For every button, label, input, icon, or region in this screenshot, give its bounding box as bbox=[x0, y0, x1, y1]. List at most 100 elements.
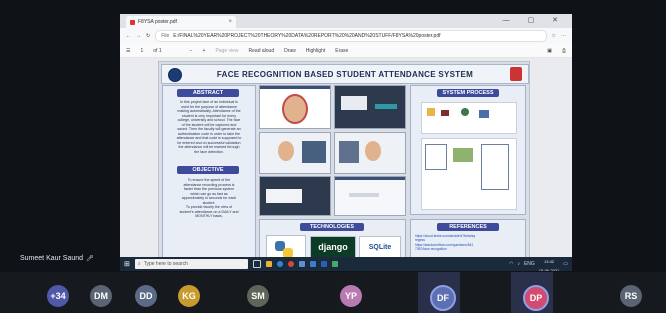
presenter-label: Sumeet Kaur Saund 🎤︎ bbox=[20, 255, 94, 262]
participant-avatar-yp[interactable]: YP bbox=[340, 285, 362, 307]
django-label: django bbox=[318, 242, 348, 252]
pdf-viewport[interactable]: FACE RECOGNITION BASED STUDENT ATTENDANC… bbox=[120, 58, 572, 271]
mic-off-icon: 🎤︎ bbox=[86, 256, 94, 262]
participant-avatar-dd[interactable]: DD bbox=[135, 285, 157, 307]
highlight-button[interactable]: Highlight bbox=[306, 48, 325, 54]
page-number-input[interactable]: 1 bbox=[140, 48, 143, 54]
screenshot-code bbox=[334, 176, 406, 216]
poster-title-text: FACE RECOGNITION BASED STUDENT ATTENDANC… bbox=[216, 69, 474, 79]
browser-tab-title: F8YSA poster.pdf bbox=[138, 19, 177, 25]
django-logo: django bbox=[310, 236, 356, 258]
participant-avatar-kg[interactable]: KG bbox=[178, 285, 200, 307]
file-label: File bbox=[161, 33, 170, 39]
favorites-icon[interactable]: ☆ bbox=[552, 33, 556, 39]
taskbar-search[interactable]: ⌕ Type here to search bbox=[134, 259, 248, 269]
explorer-icon[interactable] bbox=[265, 261, 272, 267]
windows-start-icon[interactable]: ⊞ bbox=[124, 260, 130, 268]
participant-avatar-dp[interactable]: DP bbox=[523, 285, 549, 311]
language-indicator[interactable]: ENG bbox=[524, 261, 535, 267]
contents-icon[interactable]: ☰ bbox=[126, 48, 130, 54]
volume-icon[interactable]: ♪ bbox=[517, 261, 520, 267]
participant-avatar-dm[interactable]: DM bbox=[90, 285, 112, 307]
address-bar[interactable]: File E:/FINAL%20YEAR%20PROJECT%20THEORY%… bbox=[155, 30, 547, 42]
mail-icon[interactable] bbox=[309, 261, 316, 267]
face-avatar-icon bbox=[282, 94, 308, 124]
chrome-icon[interactable] bbox=[287, 261, 294, 267]
screenshot-button bbox=[375, 104, 397, 109]
process-box-right bbox=[481, 144, 509, 190]
network-icon[interactable]: ◠ bbox=[509, 261, 513, 267]
shared-screen: F8YSA poster.pdf × — ▢ ✕ ← → ↻ File E:/F… bbox=[120, 14, 572, 271]
edge-icon[interactable] bbox=[276, 261, 283, 267]
references-heading: REFERENCES bbox=[437, 223, 499, 231]
abstract-text: In this project face of an individual is… bbox=[176, 100, 242, 154]
screenshot-header bbox=[260, 86, 330, 89]
back-icon[interactable]: ← bbox=[126, 33, 131, 39]
process-diagram-top bbox=[421, 102, 517, 134]
clock-time: 13:42 bbox=[544, 258, 555, 264]
clock-date: 19-06-2021 bbox=[538, 267, 560, 271]
window-controls[interactable]: — ▢ ✕ bbox=[503, 16, 566, 24]
participant-avatar-sm[interactable]: SM bbox=[247, 285, 269, 307]
process-box-mid bbox=[453, 148, 473, 162]
page-count: of 1 bbox=[153, 47, 162, 54]
pdf-icon bbox=[130, 19, 135, 25]
abstract-panel: ABSTRACT In this project face of an indi… bbox=[162, 85, 256, 269]
poster-title: FACE RECOGNITION BASED STUDENT ATTENDANC… bbox=[161, 64, 529, 84]
screenshot-records bbox=[259, 176, 331, 216]
meet-app-icon[interactable] bbox=[331, 261, 338, 267]
store-icon[interactable] bbox=[298, 261, 305, 267]
zoom-in-button[interactable]: + bbox=[203, 48, 206, 54]
taskbar-search-placeholder: Type here to search bbox=[143, 261, 188, 267]
screenshot-capture-2 bbox=[334, 132, 406, 174]
save-icon[interactable]: ▣ bbox=[547, 48, 552, 54]
word-icon[interactable] bbox=[320, 261, 327, 267]
system-tray: ◠ ♪ ENG 13:42 19-06-2021 ▭ bbox=[509, 255, 568, 271]
process-icon-user bbox=[461, 108, 469, 116]
refresh-icon[interactable]: ↻ bbox=[146, 33, 150, 39]
erase-button[interactable]: Erase bbox=[335, 48, 348, 54]
objective-text: To ensure the speed of the attendance re… bbox=[179, 178, 239, 218]
university-logo-icon bbox=[510, 67, 522, 81]
address-bar-row: ← → ↻ File E:/FINAL%20YEAR%20PROJECT%20T… bbox=[120, 28, 572, 44]
college-logo-icon bbox=[168, 68, 182, 82]
sqlite-logo: SQLite bbox=[359, 236, 401, 258]
process-icon-camera bbox=[441, 110, 449, 116]
participants-strip: +34 DM DD KG SM YP DF DP RS bbox=[0, 272, 666, 313]
process-box-left bbox=[425, 144, 447, 170]
screenshot-sidebar bbox=[339, 141, 359, 163]
sqlite-label: SQLite bbox=[368, 243, 392, 251]
screenshot-dashboard bbox=[334, 85, 406, 129]
objective-heading: OBJECTIVE bbox=[177, 166, 239, 174]
screenshot-login bbox=[259, 85, 331, 129]
extensions-icon[interactable]: ⋯ bbox=[561, 33, 566, 39]
system-process-panel: SYSTEM PROCESS bbox=[410, 85, 526, 215]
browser-tab[interactable]: F8YSA poster.pdf × bbox=[126, 16, 236, 28]
screenshot-records-box bbox=[266, 189, 302, 203]
url-text: E:/FINAL%20YEAR%20PROJECT%20THEORY%20DAT… bbox=[173, 33, 441, 39]
screenshot-input bbox=[349, 193, 379, 197]
taskbar-clock[interactable]: 13:42 19-06-2021 bbox=[539, 255, 559, 271]
screenshot-capture-1 bbox=[259, 132, 331, 174]
notifications-icon[interactable]: ▭ bbox=[563, 261, 568, 267]
participant-avatar-df[interactable]: DF bbox=[430, 285, 456, 311]
zoom-out-button[interactable]: − bbox=[190, 48, 193, 54]
forward-icon[interactable]: → bbox=[136, 33, 141, 39]
participant-avatar-rs[interactable]: RS bbox=[620, 285, 642, 307]
presenter-name: Sumeet Kaur Saund bbox=[20, 255, 84, 262]
read-aloud-button[interactable]: Read aloud bbox=[249, 48, 275, 54]
technologies-heading: TECHNOLOGIES bbox=[300, 223, 364, 231]
task-view-icon[interactable] bbox=[252, 260, 261, 268]
draw-button[interactable]: Draw bbox=[284, 48, 296, 54]
page-view-button[interactable]: Page view bbox=[215, 48, 238, 54]
process-icon-server bbox=[479, 110, 489, 118]
print-icon[interactable]: ⎙ bbox=[562, 48, 566, 54]
close-tab-icon[interactable]: × bbox=[228, 19, 232, 25]
more-participants-avatar[interactable]: +34 bbox=[47, 285, 69, 307]
browser-tab-bar: F8YSA poster.pdf × — ▢ ✕ bbox=[120, 14, 572, 28]
student-face-icon bbox=[278, 141, 294, 161]
screenshot-header-2 bbox=[335, 177, 405, 180]
poster: FACE RECOGNITION BASED STUDENT ATTENDANC… bbox=[158, 61, 530, 270]
search-icon: ⌕ bbox=[137, 261, 141, 267]
screenshot-panel bbox=[341, 96, 367, 110]
